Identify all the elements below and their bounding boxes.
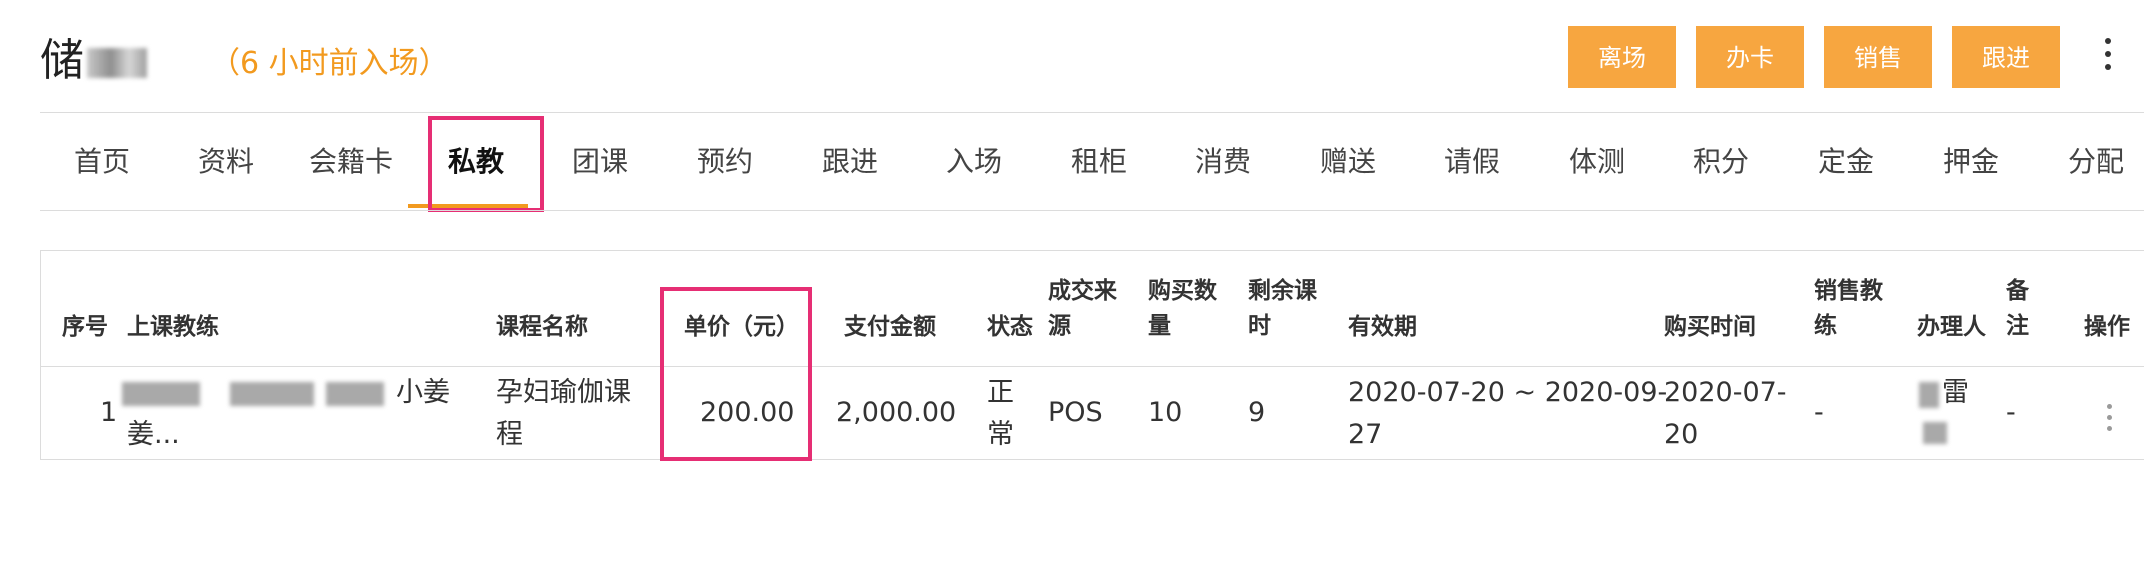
col-course-name: 课程名称 bbox=[496, 314, 588, 340]
tab-leave-request[interactable]: 请假 bbox=[1444, 140, 1500, 180]
cell-purchase-line2: 20 bbox=[1664, 419, 1699, 450]
redacted-name bbox=[87, 48, 147, 78]
col-handler: 办理人 bbox=[1917, 314, 1986, 340]
card-button[interactable]: 办卡 bbox=[1696, 26, 1804, 88]
leave-button[interactable]: 离场 bbox=[1568, 26, 1676, 88]
tab-follow-up[interactable]: 跟进 bbox=[822, 140, 878, 180]
cell-validity-line1: 2020-07-20 ~ 2020-09- bbox=[1348, 377, 1668, 408]
col-coach: 上课教练 bbox=[127, 314, 219, 340]
tab-consumption[interactable]: 消费 bbox=[1195, 140, 1251, 180]
col-sales-coach: 销售教练 bbox=[1814, 278, 1883, 339]
tab-assign[interactable]: 分配 bbox=[2068, 140, 2124, 180]
cell-coach-line2: 姜... bbox=[127, 419, 180, 450]
col-index: 序号 bbox=[62, 314, 108, 340]
tab-entry[interactable]: 入场 bbox=[946, 140, 1002, 180]
cell-index: 1 bbox=[100, 397, 118, 428]
header-row-divider bbox=[40, 366, 2144, 367]
tab-gift[interactable]: 赠送 bbox=[1320, 140, 1376, 180]
member-name: 储 bbox=[40, 24, 147, 88]
row-actions-icon[interactable] bbox=[2104, 404, 2114, 434]
cell-coach-line1: 小姜 bbox=[396, 377, 450, 408]
tab-group-class[interactable]: 团课 bbox=[572, 140, 628, 180]
cell-purchase-line1: 2020-07- bbox=[1664, 377, 1787, 408]
redacted-coach-names bbox=[122, 376, 390, 410]
tab-home[interactable]: 首页 bbox=[74, 140, 130, 180]
col-remark: 备注 bbox=[2006, 278, 2029, 339]
cell-source: POS bbox=[1048, 397, 1103, 428]
tab-booking[interactable]: 预约 bbox=[697, 140, 753, 180]
tab-profile[interactable]: 资料 bbox=[198, 140, 254, 180]
cell-status-line2: 常 bbox=[987, 419, 1014, 450]
follow-button[interactable]: 跟进 bbox=[1952, 26, 2060, 88]
col-status: 状态 bbox=[987, 314, 1033, 340]
cell-status-line1: 正 bbox=[987, 377, 1014, 408]
col-validity: 有效期 bbox=[1348, 314, 1417, 340]
entry-time-label: （6 小时前入场） bbox=[210, 46, 449, 81]
cell-course-line1: 孕妇瑜伽课 bbox=[496, 377, 631, 408]
header-divider bbox=[40, 112, 2144, 113]
sales-button[interactable]: 销售 bbox=[1824, 26, 1932, 88]
tab-highlight-box bbox=[428, 116, 544, 212]
cell-course-line2: 程 bbox=[496, 419, 523, 450]
tab-deposit[interactable]: 定金 bbox=[1818, 140, 1874, 180]
col-remaining: 剩余课时 bbox=[1248, 278, 1317, 339]
more-menu-icon[interactable] bbox=[2100, 38, 2116, 82]
cell-remaining: 9 bbox=[1248, 397, 1266, 428]
member-name-text: 储 bbox=[40, 35, 85, 86]
cell-remark: - bbox=[2006, 397, 2016, 428]
unit-price-highlight-box bbox=[660, 287, 812, 461]
cell-validity-line2: 27 bbox=[1348, 419, 1383, 450]
cell-quantity: 10 bbox=[1148, 397, 1183, 428]
col-action: 操作 bbox=[2084, 314, 2130, 340]
col-purchase-time: 购买时间 bbox=[1664, 314, 1756, 340]
tab-divider bbox=[40, 210, 2144, 211]
tab-security-deposit[interactable]: 押金 bbox=[1943, 140, 1999, 180]
cell-handler: 雷 bbox=[1942, 377, 1969, 408]
tab-locker[interactable]: 租柜 bbox=[1071, 140, 1127, 180]
cell-sales-coach: - bbox=[1814, 397, 1824, 428]
cell-paid-amount: 2,000.00 bbox=[836, 397, 957, 428]
col-quantity: 购买数量 bbox=[1148, 278, 1217, 339]
col-source: 成交来源 bbox=[1048, 278, 1117, 339]
tab-points[interactable]: 积分 bbox=[1693, 140, 1749, 180]
tab-body-test[interactable]: 体测 bbox=[1569, 140, 1625, 180]
tab-membership-card[interactable]: 会籍卡 bbox=[309, 140, 393, 180]
col-paid-amount: 支付金额 bbox=[844, 314, 936, 340]
